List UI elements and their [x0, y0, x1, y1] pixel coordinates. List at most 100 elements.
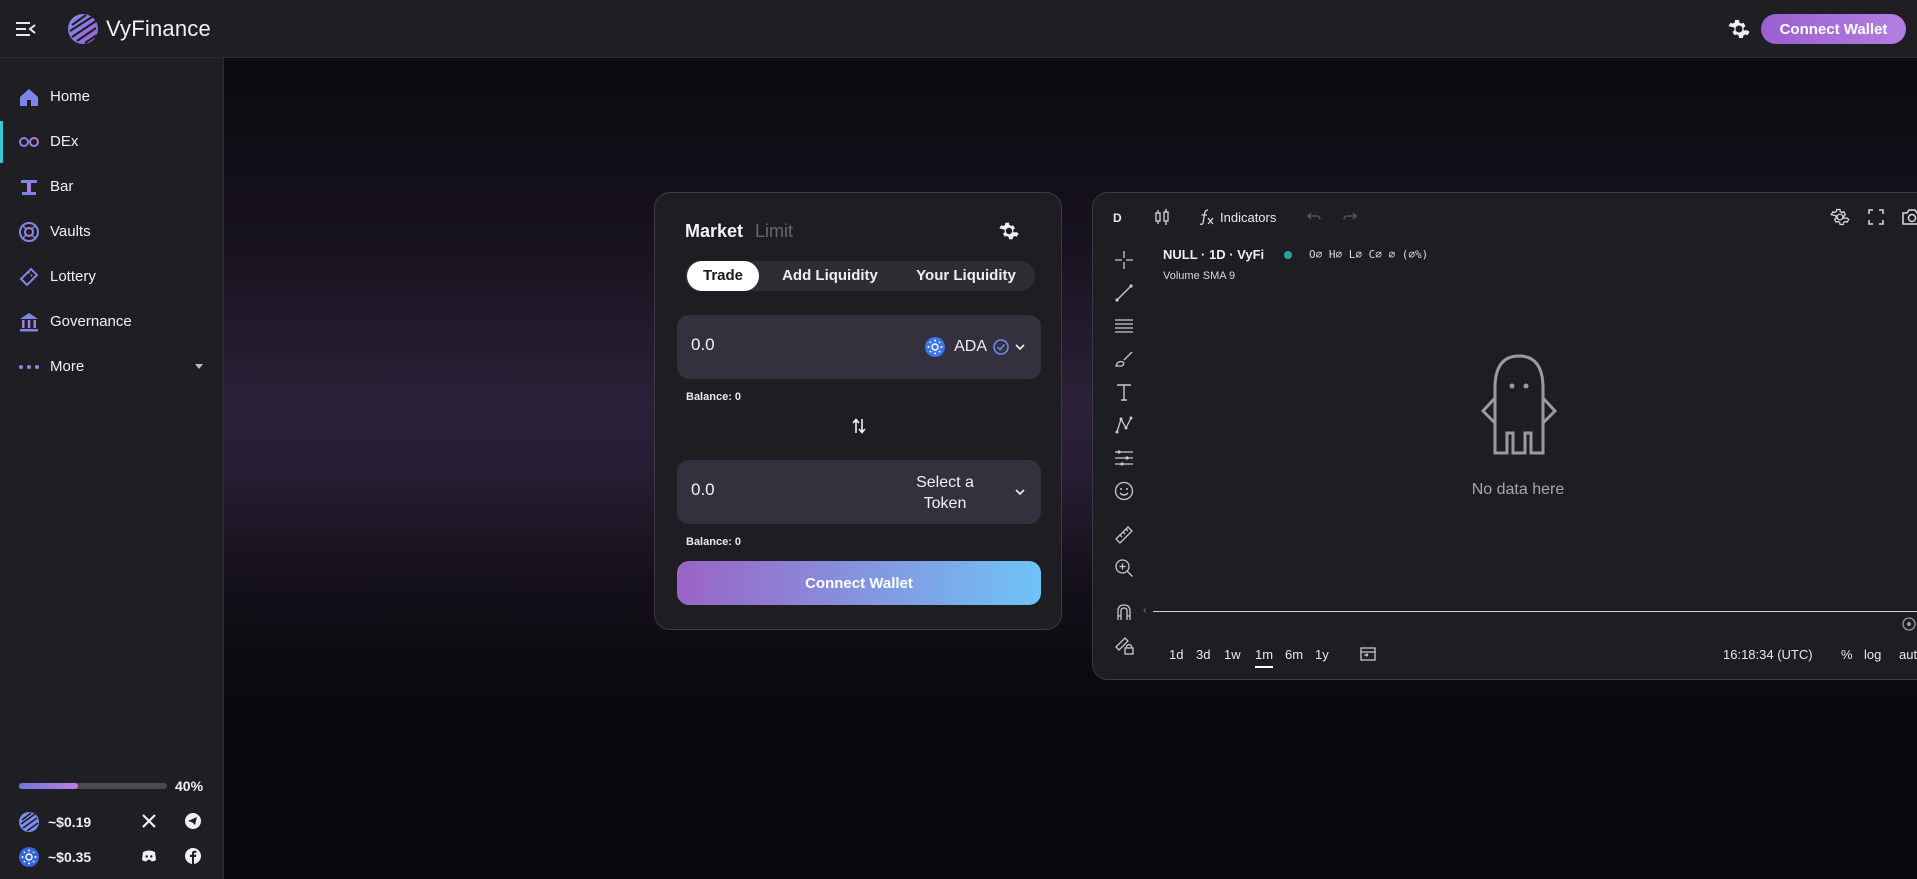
- sidebar-item-bar[interactable]: Bar: [0, 166, 224, 208]
- telegram-icon[interactable]: [184, 812, 202, 830]
- chevron-down-icon: [1015, 343, 1025, 350]
- lock-drawings-icon[interactable]: [1113, 634, 1135, 656]
- percent-scale-button[interactable]: %: [1841, 647, 1853, 662]
- sidebar-item-governance[interactable]: Governance: [0, 301, 224, 343]
- chevron-down-icon: [195, 364, 203, 369]
- auto-scale-button[interactable]: auto: [1899, 647, 1917, 662]
- brand-name[interactable]: VyFinance: [106, 16, 211, 42]
- gear-icon[interactable]: [998, 220, 1020, 242]
- chart-card: D Indicators NULL · 1D · VyFi O∅ H∅ L∅ C…: [1092, 192, 1917, 680]
- from-token-box: ADA: [677, 315, 1041, 379]
- top-bar: VyFinance Connect Wallet: [0, 0, 1917, 58]
- sidebar-item-vaults[interactable]: Vaults: [0, 211, 224, 253]
- range-1d[interactable]: 1d: [1169, 647, 1183, 662]
- range-1y[interactable]: 1y: [1315, 647, 1329, 662]
- governance-icon: [20, 313, 38, 332]
- volume-indicator-label[interactable]: Volume SMA 9: [1163, 270, 1235, 282]
- log-scale-button[interactable]: log: [1864, 647, 1881, 662]
- ada-price-row: ~$0.35: [18, 844, 208, 868]
- ada-token-icon: [19, 847, 39, 867]
- sidebar-item-more[interactable]: More: [0, 346, 224, 388]
- sidebar-item-label: Bar: [50, 178, 74, 195]
- sidebar-item-label: Vaults: [50, 223, 91, 240]
- vyfi-token-icon: [19, 812, 39, 832]
- vyfi-price-row: ~$0.19: [18, 809, 208, 833]
- vault-icon: [19, 222, 39, 242]
- sidebar-item-label: Home: [50, 88, 91, 105]
- discord-icon[interactable]: [140, 847, 158, 865]
- menu-collapse-icon[interactable]: [15, 18, 37, 40]
- progress-fill: [19, 783, 79, 789]
- magnet-icon[interactable]: [1113, 601, 1135, 623]
- gear-icon[interactable]: [1727, 17, 1751, 41]
- chart-legend-ohlc: O∅ H∅ L∅ C∅ ∅ (∅%): [1309, 248, 1429, 261]
- time-readout[interactable]: 16:18:34 (UTC): [1723, 647, 1813, 662]
- zoom-in-icon[interactable]: [1113, 557, 1135, 579]
- reset-view-icon[interactable]: [1901, 616, 1917, 632]
- sidebar-item-lottery[interactable]: Lottery: [0, 256, 224, 298]
- horizontal-lines-icon[interactable]: [1113, 315, 1135, 337]
- empty-state-text: No data here: [1471, 481, 1565, 498]
- indicators-fx-icon: [1199, 209, 1214, 225]
- vyfi-price: ~$0.19: [48, 814, 92, 830]
- mode-limit-tab[interactable]: Limit: [755, 221, 793, 242]
- camera-icon[interactable]: [1901, 207, 1917, 227]
- sidebar: Home DEx Bar Vaults Lottery Governance M…: [0, 58, 224, 879]
- sidebar-item-label: More: [50, 358, 85, 375]
- from-amount-input[interactable]: [691, 335, 871, 355]
- pattern-tool-icon[interactable]: [1113, 414, 1135, 436]
- trade-tabs: Trade Add Liquidity Your Liquidity: [685, 261, 1035, 291]
- sidebar-item-home[interactable]: Home: [0, 76, 224, 118]
- date-range-icon[interactable]: [1359, 646, 1377, 662]
- progress-bar: [19, 783, 167, 789]
- trend-line-icon[interactable]: [1113, 282, 1135, 304]
- to-token-selector[interactable]: Select a Token: [895, 470, 1025, 514]
- progress-label: 40%: [175, 778, 204, 794]
- vyfinance-logo[interactable]: [66, 12, 100, 46]
- emoji-icon[interactable]: [1113, 480, 1135, 502]
- time-scale-line[interactable]: [1153, 611, 1917, 612]
- brush-icon[interactable]: [1113, 348, 1135, 370]
- text-tool-icon[interactable]: [1113, 381, 1135, 403]
- tab-trade[interactable]: Trade: [687, 261, 759, 291]
- from-token-selector[interactable]: ADA: [924, 335, 1025, 359]
- fullscreen-icon[interactable]: [1867, 208, 1885, 226]
- to-balance: Balance: 0: [686, 536, 742, 548]
- x-icon[interactable]: [140, 812, 158, 830]
- connect-wallet-button[interactable]: Connect Wallet: [1761, 14, 1906, 44]
- tab-your-liquidity[interactable]: Your Liquidity: [900, 261, 1032, 291]
- connect-wallet-button[interactable]: Connect Wallet: [677, 561, 1041, 605]
- sidebar-item-dex[interactable]: DEx: [0, 121, 224, 163]
- ada-token-icon: [925, 337, 946, 357]
- range-3d[interactable]: 3d: [1196, 647, 1210, 662]
- dex-icon: [19, 137, 39, 147]
- bar-icon: [21, 180, 37, 195]
- swap-direction-icon[interactable]: [851, 417, 867, 435]
- ticket-icon: [19, 267, 39, 287]
- undo-icon[interactable]: [1306, 209, 1322, 225]
- chart-settings-icon[interactable]: [1830, 207, 1850, 227]
- sidebar-item-label: Lottery: [50, 268, 96, 285]
- from-balance: Balance: 0: [686, 391, 742, 403]
- candles-icon[interactable]: [1153, 208, 1171, 226]
- from-token-name: ADA: [954, 338, 987, 355]
- indicators-button[interactable]: Indicators: [1220, 210, 1276, 225]
- redo-icon[interactable]: [1342, 209, 1358, 225]
- mode-market-tab[interactable]: Market: [685, 221, 743, 242]
- to-token-box: Select a Token: [677, 460, 1041, 524]
- interval-button[interactable]: D: [1113, 211, 1122, 225]
- range-1w[interactable]: 1w: [1224, 647, 1241, 662]
- verified-check-icon: [993, 339, 1009, 355]
- market-status-dot: [1284, 251, 1292, 259]
- to-amount-input[interactable]: [691, 480, 871, 500]
- range-1m[interactable]: 1m: [1255, 647, 1274, 668]
- tab-add-liquidity[interactable]: Add Liquidity: [765, 261, 895, 291]
- ada-price: ~$0.35: [48, 849, 92, 865]
- facebook-icon[interactable]: [184, 847, 202, 865]
- ruler-icon[interactable]: [1113, 524, 1135, 546]
- range-6m[interactable]: 6m: [1285, 647, 1303, 662]
- scroll-left-icon[interactable]: ‹: [1143, 605, 1146, 616]
- prediction-tool-icon[interactable]: [1113, 447, 1135, 469]
- trade-card: Market Limit Trade Add Liquidity Your Li…: [654, 192, 1062, 630]
- crosshair-icon[interactable]: [1113, 249, 1135, 271]
